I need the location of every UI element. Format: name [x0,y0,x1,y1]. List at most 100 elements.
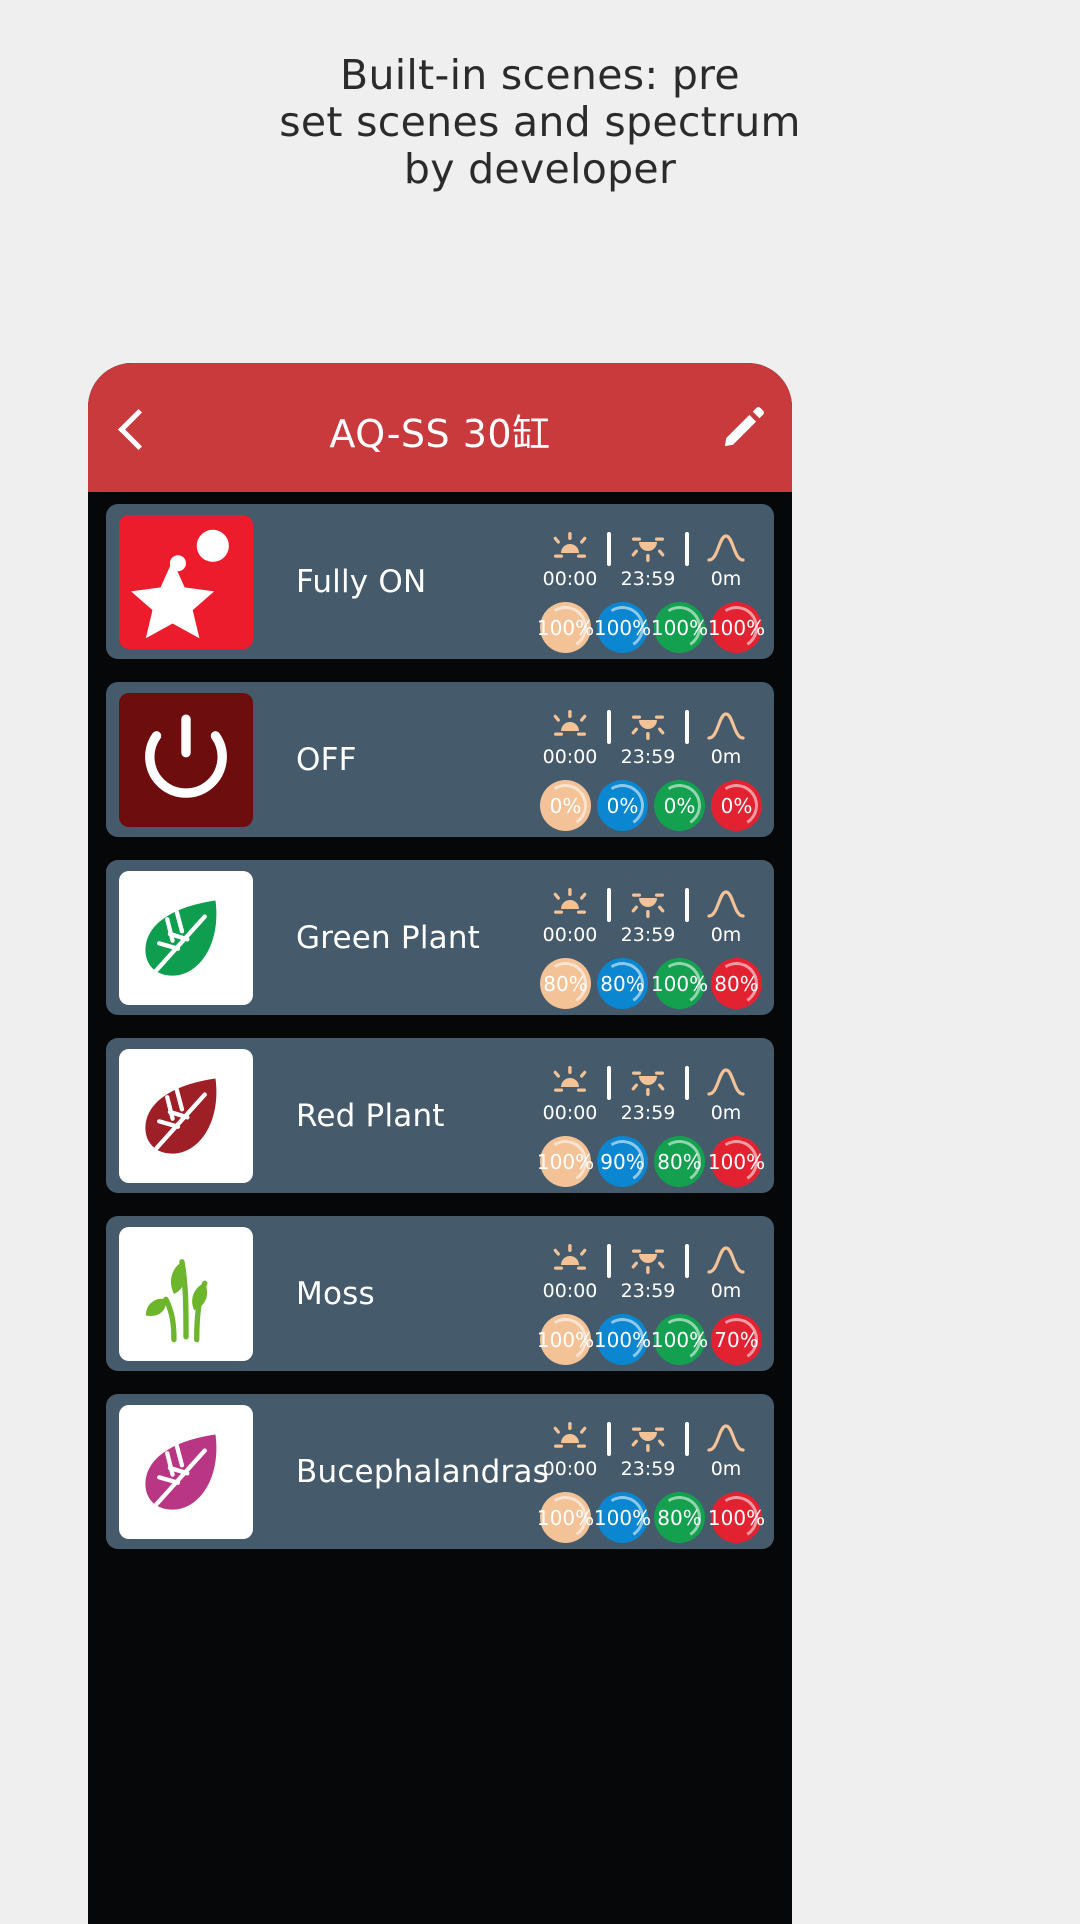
channel-levels: 80% 80% 100% 80% [534,958,762,1009]
sunrise-time: 00:00 [542,1280,598,1302]
channel-red[interactable]: 100% [708,1136,765,1187]
channel-warm-white[interactable]: 80% [540,958,591,1009]
sunrise-time: 00:00 [542,568,598,590]
scene-timeline: 00:00 23:59 0m [534,1064,762,1126]
channel-warm-white[interactable]: 0% [540,780,591,831]
ramp-duration: 0m [710,924,742,946]
channel-warm-white[interactable]: 100% [537,1492,594,1543]
sunset-time: 23:59 [620,924,676,946]
channel-levels: 100% 100% 100% 100% [534,602,765,653]
ramp-duration: 0m [710,1458,742,1480]
scene-row[interactable]: Green Plant 00:00 23:59 0m 80% 80% 100% … [106,860,774,1015]
leaf-red-icon [145,1077,217,1154]
channel-levels: 100% 100% 100% 70% [534,1314,762,1365]
scene-info: 00:00 [516,1242,762,1365]
channel-warm-white[interactable]: 100% [537,1136,594,1187]
sunset-icon [626,708,670,742]
sunrise-group: 00:00 [534,1420,606,1480]
sunrise-group: 00:00 [534,1242,606,1302]
scene-timeline: 00:00 23:59 0m [534,708,762,770]
scene-info: 00:00 [516,886,762,1009]
channel-red[interactable]: 0% [711,780,762,831]
ramp-curve-icon [704,1242,748,1276]
channel-green[interactable]: 100% [651,1314,708,1365]
sunset-icon [626,886,670,920]
ramp-curve-icon [704,886,748,920]
channel-red[interactable]: 80% [711,958,762,1009]
ramp-duration: 0m [710,746,742,768]
sunset-group: 23:59 [612,1242,684,1302]
channel-red[interactable]: 100% [708,602,765,653]
sunset-time: 23:59 [620,1458,676,1480]
sunrise-time: 00:00 [542,746,598,768]
channel-green[interactable]: 0% [654,780,705,831]
sunrise-group: 00:00 [534,1064,606,1124]
headline-line-1: Built-in scenes: pre [340,51,740,99]
channel-warm-white[interactable]: 100% [537,602,594,653]
timeline-divider [685,1244,689,1278]
sunset-time: 23:59 [620,568,676,590]
channel-blue[interactable]: 80% [597,958,648,1009]
channel-blue[interactable]: 100% [594,602,651,653]
sunrise-time: 00:00 [542,924,598,946]
scene-icon-tile [119,1226,253,1361]
sunrise-time: 00:00 [542,1458,598,1480]
sunset-group: 23:59 [612,886,684,946]
sunrise-group: 00:00 [534,708,606,768]
channel-red[interactable]: 70% [711,1314,762,1365]
channel-green[interactable]: 80% [654,1492,705,1543]
sunset-icon [626,1420,670,1454]
sunrise-icon [548,1420,592,1454]
scene-row[interactable]: Bucephalandras 00:00 23:59 0m 100% 100% … [106,1394,774,1549]
timeline-divider [685,888,689,922]
channel-green[interactable]: 100% [651,602,708,653]
scene-timeline: 00:00 23:59 0m [534,1242,762,1304]
channel-blue[interactable]: 90% [597,1136,648,1187]
ramp-curve-icon [704,708,748,742]
edit-button[interactable] [716,399,772,455]
timeline-divider [607,1244,611,1278]
timeline-divider [607,1066,611,1100]
pencil-icon [724,407,764,447]
scene-info: 00:00 [516,1064,765,1187]
channel-warm-white[interactable]: 100% [537,1314,594,1365]
channel-levels: 100% 100% 80% 100% [534,1492,765,1543]
scene-icon-tile [119,1048,253,1183]
channel-green[interactable]: 80% [654,1136,705,1187]
sunrise-icon [548,530,592,564]
channel-levels: 100% 90% 80% 100% [534,1136,765,1187]
scene-info: 00:00 [516,1420,765,1543]
sunset-group: 23:59 [612,530,684,590]
timeline-divider [607,1422,611,1456]
sunset-time: 23:59 [620,1280,676,1302]
ramp-duration: 0m [710,1102,742,1124]
channel-levels: 0% 0% 0% 0% [534,780,762,831]
power-icon [145,713,227,798]
channel-blue[interactable]: 100% [594,1314,651,1365]
scene-row[interactable]: Red Plant 00:00 23:59 0m 100% 90% 80% 10… [106,1038,774,1193]
scene-row[interactable]: Moss 00:00 23:59 0m 100% 100% 100% 70% [106,1216,774,1371]
channel-green[interactable]: 100% [651,958,708,1009]
star-splash-icon [131,529,229,638]
headline-line-2: set scenes and spectrum [279,98,801,146]
timeline-divider [685,710,689,744]
ramp-duration: 0m [710,1280,742,1302]
channel-blue[interactable]: 0% [597,780,648,831]
sunrise-icon [548,708,592,742]
scene-icon-tile [119,1404,253,1539]
leaf-magenta-icon [145,1433,217,1510]
channel-blue[interactable]: 100% [594,1492,651,1543]
channel-red[interactable]: 100% [708,1492,765,1543]
sunrise-icon [548,886,592,920]
sunset-icon [626,1242,670,1276]
scene-row[interactable]: Fully ON 00:00 23:59 0m 100% 100% 100% 1… [106,504,774,659]
sunset-icon [626,530,670,564]
phone-mockup: AQ-SS 30缸 Fully ON 00:00 23:59 0m 100% 1… [88,363,792,1924]
scene-row[interactable]: OFF 00:00 23:59 0m 0% 0% 0% 0% [106,682,774,837]
scene-icon-tile [119,692,253,827]
scene-list: Fully ON 00:00 23:59 0m 100% 100% 100% 1… [88,492,792,1549]
timeline-divider [685,1066,689,1100]
ramp-curve-icon [704,1420,748,1454]
sunset-time: 23:59 [620,746,676,768]
timeline-divider [685,532,689,566]
